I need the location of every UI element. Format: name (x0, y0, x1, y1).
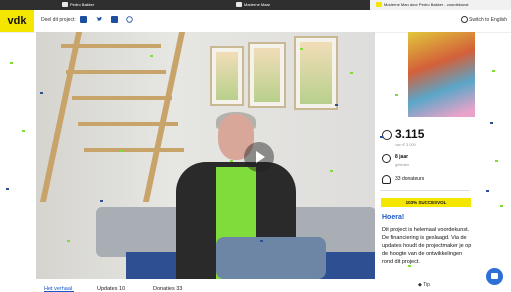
confetti (490, 122, 493, 124)
euro-icon (382, 130, 392, 140)
tab-label: Maderne Maar (244, 2, 271, 7)
funding-goal: van € 3.000 (395, 142, 416, 147)
confetti (350, 72, 353, 74)
clock-icon (382, 154, 391, 163)
play-icon[interactable] (244, 142, 274, 172)
tip-button[interactable]: ◆ Tip (418, 282, 430, 288)
globe-icon (461, 16, 468, 23)
confetti (67, 240, 70, 242)
confetti (100, 200, 103, 202)
confetti (10, 62, 13, 64)
success-description: Dit project is helemaal voordekunst. De … (382, 227, 472, 265)
tab-label: Moderne Man door Pedro Bakker - voordeku… (384, 2, 469, 7)
ladder-step (61, 44, 161, 48)
success-title: Hoera! (382, 214, 405, 221)
confetti (300, 48, 303, 50)
confetti (22, 130, 25, 132)
facebook-icon[interactable] (80, 16, 87, 23)
ladder-step (78, 122, 178, 126)
confetti (150, 55, 153, 57)
painting-artwork (254, 48, 280, 102)
time-elapsed-sub: geleden (395, 162, 410, 167)
confetti (230, 160, 233, 162)
tab-favicon-icon (376, 2, 382, 8)
person-jeans (216, 237, 326, 279)
confetti (486, 190, 489, 192)
funded-amount: 3.115 (395, 127, 425, 141)
time-elapsed: 8 jaar (395, 154, 409, 160)
whatsapp-icon[interactable] (126, 16, 133, 23)
browser-tab-strip: Pedro Bakker Maderne Maar Moderne Man do… (0, 0, 511, 10)
ladder-step (66, 70, 166, 74)
donor-count: 33 donateurs (395, 176, 425, 182)
tab-updates[interactable]: Updates 10 (97, 286, 125, 292)
confetti (495, 160, 498, 162)
project-video[interactable] (36, 32, 375, 279)
donors-icon (382, 175, 391, 184)
confetti (380, 136, 383, 138)
project-artwork-image (408, 32, 475, 127)
linkedin-icon[interactable] (111, 16, 118, 23)
confetti (492, 70, 495, 72)
browser-tab[interactable]: Maderne Maar (236, 0, 346, 10)
browser-tab-active[interactable]: Moderne Man door Pedro Bakker - voordeku… (370, 0, 511, 10)
ladder-step (84, 148, 184, 152)
painting-frame (210, 46, 244, 106)
painting-artwork (216, 52, 238, 100)
browser-tab[interactable]: Pedro Bakker (62, 0, 182, 10)
ladder-step (72, 96, 172, 100)
painting-frame (248, 42, 286, 108)
confetti (408, 265, 411, 267)
painting-artwork (300, 42, 332, 104)
divider (380, 190, 470, 191)
confetti (395, 94, 398, 96)
tab-donations[interactable]: Donaties 33 (153, 286, 182, 292)
confetti (6, 188, 9, 190)
confetti (500, 205, 503, 207)
tip-label: Tip (423, 282, 430, 288)
language-switch[interactable]: Switch to English (461, 16, 507, 23)
share-label: Deel dit project: (41, 17, 76, 23)
tab-label: Pedro Bakker (70, 2, 95, 7)
confetti (120, 150, 123, 152)
confetti (40, 92, 43, 94)
tab-favicon-icon (236, 2, 242, 8)
confetti (335, 104, 338, 106)
language-switch-label: Switch to English (469, 16, 508, 23)
success-badge: 103% SUCCESVOL (381, 198, 471, 207)
tab-favicon-icon (62, 2, 68, 8)
confetti (330, 170, 333, 172)
confetti (260, 240, 263, 242)
site-header (0, 10, 511, 33)
chat-icon[interactable] (486, 268, 503, 285)
twitter-icon[interactable] (96, 16, 103, 23)
vdk-logo[interactable]: vdk (0, 10, 34, 32)
